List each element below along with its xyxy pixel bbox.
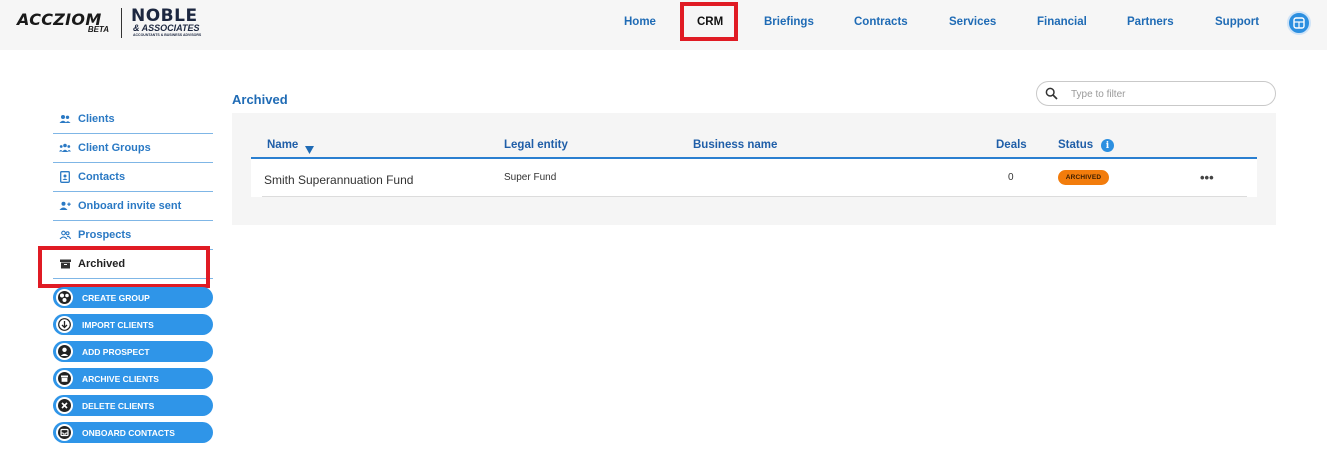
cell-deals: 0 bbox=[1008, 172, 1014, 183]
group-circles-icon bbox=[56, 289, 73, 306]
delete-clients-label: DELETE CLIENTS bbox=[82, 400, 155, 411]
acczioom-logo: ACCZIOM BETA bbox=[17, 8, 117, 38]
inbox-icon bbox=[56, 424, 73, 441]
logo-divider bbox=[121, 8, 122, 38]
dashboard-icon[interactable] bbox=[1287, 11, 1311, 35]
nav-services[interactable]: Services bbox=[949, 16, 996, 28]
sidebar-item-label: Onboard invite sent bbox=[78, 200, 182, 212]
sidebar-item-client-groups[interactable]: Client Groups bbox=[53, 134, 213, 163]
column-header-status[interactable]: Status bbox=[1058, 139, 1093, 151]
cell-name[interactable]: Smith Superannuation Fund bbox=[264, 173, 413, 187]
user-plus-icon bbox=[59, 200, 71, 212]
contact-card-icon bbox=[59, 171, 71, 183]
page-title: Archived bbox=[232, 92, 288, 107]
sidebar-item-clients[interactable]: Clients bbox=[53, 105, 213, 134]
import-clients-button[interactable]: IMPORT CLIENTS bbox=[53, 314, 213, 335]
status-badge: ARCHIVED bbox=[1058, 170, 1109, 185]
row-divider bbox=[262, 196, 1247, 197]
archive-clients-label: ARCHIVE CLIENTS bbox=[82, 373, 159, 384]
download-arrow-icon bbox=[56, 316, 73, 333]
info-icon[interactable]: i bbox=[1101, 139, 1114, 152]
sidebar-item-label: Client Groups bbox=[78, 142, 151, 154]
delete-clients-button[interactable]: DELETE CLIENTS bbox=[53, 395, 213, 416]
sidebar-item-label: Clients bbox=[78, 113, 115, 125]
add-prospect-label: ADD PROSPECT bbox=[82, 346, 150, 357]
partner-logo-sub: & ASSOCIATES bbox=[133, 23, 200, 33]
prospects-icon bbox=[59, 229, 71, 241]
group-icon bbox=[59, 142, 71, 154]
archive-clients-button[interactable]: ARCHIVE CLIENTS bbox=[53, 368, 213, 389]
onboard-contacts-label: ONBOARD CONTACTS bbox=[82, 427, 175, 438]
top-header: ACCZIOM BETA NOBLE & ASSOCIATES ACCOUNTA… bbox=[0, 0, 1327, 50]
partner-logo-tagline: ACCOUNTANTS & BUSINESS ADVISORS bbox=[133, 33, 202, 37]
column-header-legal-entity[interactable]: Legal entity bbox=[504, 139, 568, 151]
logo-beta-text: BETA bbox=[87, 25, 109, 34]
onboard-contacts-button[interactable]: ONBOARD CONTACTS bbox=[53, 422, 213, 443]
crm-highlight-box bbox=[680, 2, 738, 41]
sidebar-item-label: Prospects bbox=[78, 229, 132, 241]
sidebar-item-contacts[interactable]: Contacts bbox=[53, 163, 213, 192]
search-icon bbox=[1045, 87, 1058, 105]
nav-home[interactable]: Home bbox=[624, 16, 656, 28]
nav-contracts[interactable]: Contracts bbox=[854, 16, 908, 28]
person-icon bbox=[56, 343, 73, 360]
column-header-deals[interactable]: Deals bbox=[996, 139, 1027, 151]
add-prospect-button[interactable]: ADD PROSPECT bbox=[53, 341, 213, 362]
column-header-name[interactable]: Name bbox=[267, 139, 298, 151]
archived-highlight-box bbox=[38, 246, 210, 288]
filter-input[interactable] bbox=[1071, 87, 1261, 101]
column-header-business-name[interactable]: Business name bbox=[693, 139, 777, 151]
cell-legal-entity: Super Fund bbox=[504, 172, 557, 183]
filter-box bbox=[1036, 81, 1276, 106]
sidebar-item-onboard-invite-sent[interactable]: Onboard invite sent bbox=[53, 192, 213, 221]
users-icon bbox=[59, 113, 71, 125]
create-group-label: CREATE GROUP bbox=[82, 292, 150, 303]
close-circle-icon bbox=[56, 397, 73, 414]
partner-logo: NOBLE & ASSOCIATES ACCOUNTANTS & BUSINES… bbox=[131, 6, 223, 38]
more-options-icon[interactable]: ••• bbox=[1200, 170, 1214, 185]
archive-icon bbox=[56, 370, 73, 387]
app-logo[interactable]: ACCZIOM BETA NOBLE & ASSOCIATES ACCOUNTA… bbox=[17, 6, 223, 42]
import-clients-label: IMPORT CLIENTS bbox=[82, 319, 154, 330]
nav-partners[interactable]: Partners bbox=[1127, 16, 1174, 28]
sidebar-item-label: Contacts bbox=[78, 171, 126, 183]
nav-financial[interactable]: Financial bbox=[1037, 16, 1087, 28]
create-group-button[interactable]: CREATE GROUP bbox=[53, 287, 213, 308]
nav-support[interactable]: Support bbox=[1215, 16, 1259, 28]
nav-briefings[interactable]: Briefings bbox=[764, 16, 814, 28]
